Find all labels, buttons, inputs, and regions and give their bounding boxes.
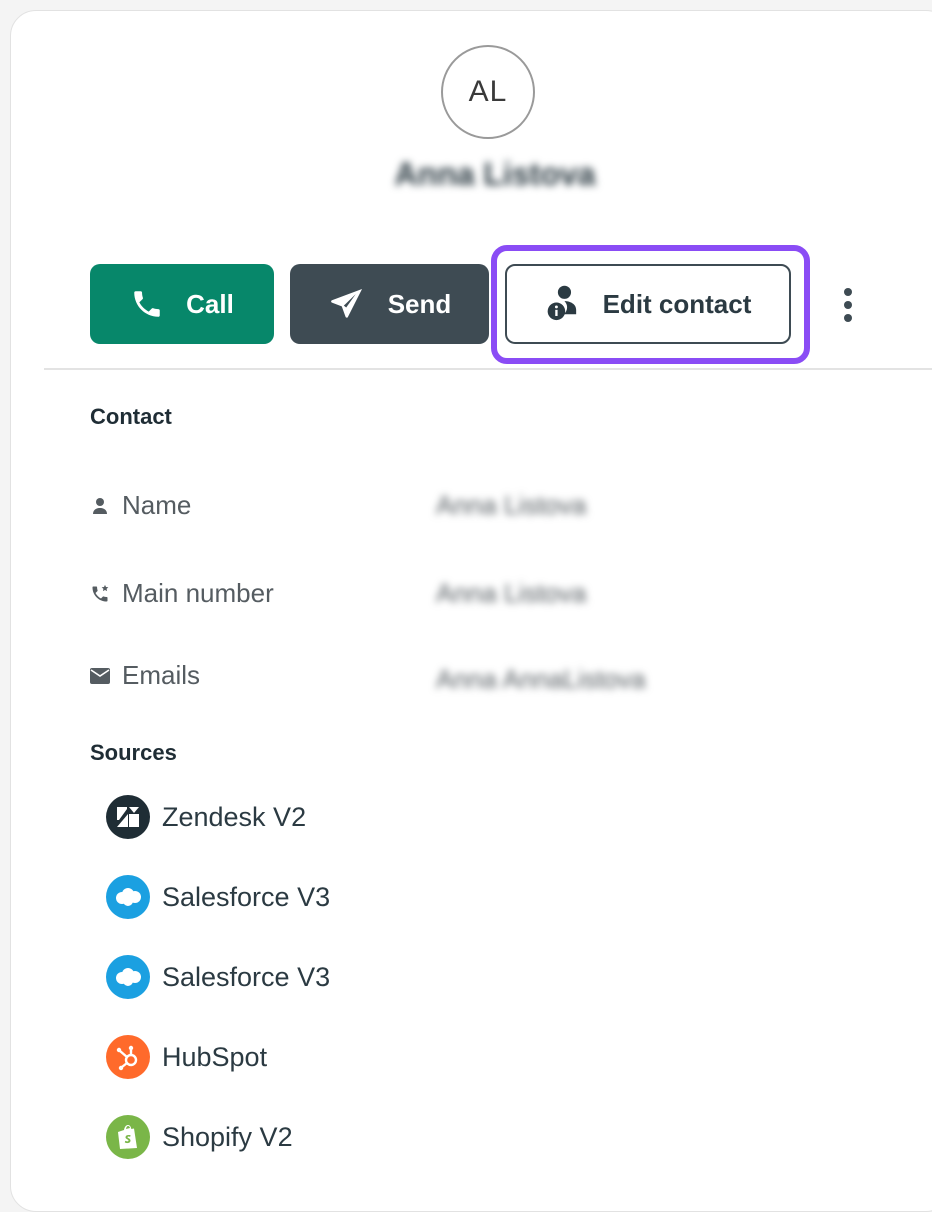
source-item[interactable]: Shopify V2 bbox=[106, 1115, 293, 1159]
avatar: AL bbox=[441, 45, 535, 139]
field-main-number-label: Main number bbox=[88, 578, 274, 609]
source-label: Shopify V2 bbox=[162, 1121, 293, 1152]
source-item[interactable]: Salesforce V3 bbox=[106, 875, 330, 919]
edit-contact-label: Edit contact bbox=[602, 288, 752, 319]
phone-icon bbox=[130, 287, 164, 321]
more-options-button[interactable] bbox=[830, 284, 866, 326]
source-label: HubSpot bbox=[162, 1041, 268, 1072]
source-item[interactable]: Salesforce V3 bbox=[106, 955, 330, 999]
person-info-icon bbox=[545, 285, 581, 323]
source-label: Salesforce V3 bbox=[162, 961, 331, 992]
call-button[interactable]: Call bbox=[90, 264, 274, 344]
field-name-value: Anna Listova bbox=[436, 490, 587, 520]
edit-contact-button[interactable]: Edit contact bbox=[505, 264, 791, 344]
field-main-number-value: Anna Listova bbox=[436, 578, 587, 608]
salesforce-icon bbox=[106, 875, 150, 919]
contact-name: Anna Listova bbox=[394, 155, 596, 192]
avatar-initials: AL bbox=[468, 75, 508, 108]
source-item[interactable]: HubSpot bbox=[106, 1035, 267, 1079]
sources-section-title: Sources bbox=[90, 740, 177, 765]
contact-section-title: Contact bbox=[90, 404, 172, 429]
source-item[interactable]: Zendesk V2 bbox=[106, 795, 306, 839]
hubspot-icon bbox=[106, 1035, 150, 1079]
send-label: Send bbox=[387, 288, 452, 319]
paper-plane-icon bbox=[328, 285, 366, 323]
mail-icon bbox=[88, 667, 112, 684]
dot bbox=[844, 314, 852, 322]
dot bbox=[844, 301, 852, 309]
field-name-label: Name bbox=[88, 490, 191, 521]
field-emails-label: Emails bbox=[88, 660, 200, 691]
divider bbox=[44, 368, 932, 370]
dot bbox=[844, 288, 852, 296]
field-emails-value: Anna AnnaListova bbox=[436, 664, 646, 694]
shopify-icon bbox=[106, 1115, 150, 1159]
zendesk-icon bbox=[106, 795, 150, 839]
source-label: Salesforce V3 bbox=[162, 881, 331, 912]
send-button[interactable]: Send bbox=[290, 264, 489, 344]
salesforce-icon bbox=[106, 955, 150, 999]
phone-star-icon bbox=[88, 584, 112, 604]
person-icon bbox=[88, 497, 112, 515]
source-label: Zendesk V2 bbox=[162, 801, 307, 832]
call-label: Call bbox=[186, 288, 234, 319]
